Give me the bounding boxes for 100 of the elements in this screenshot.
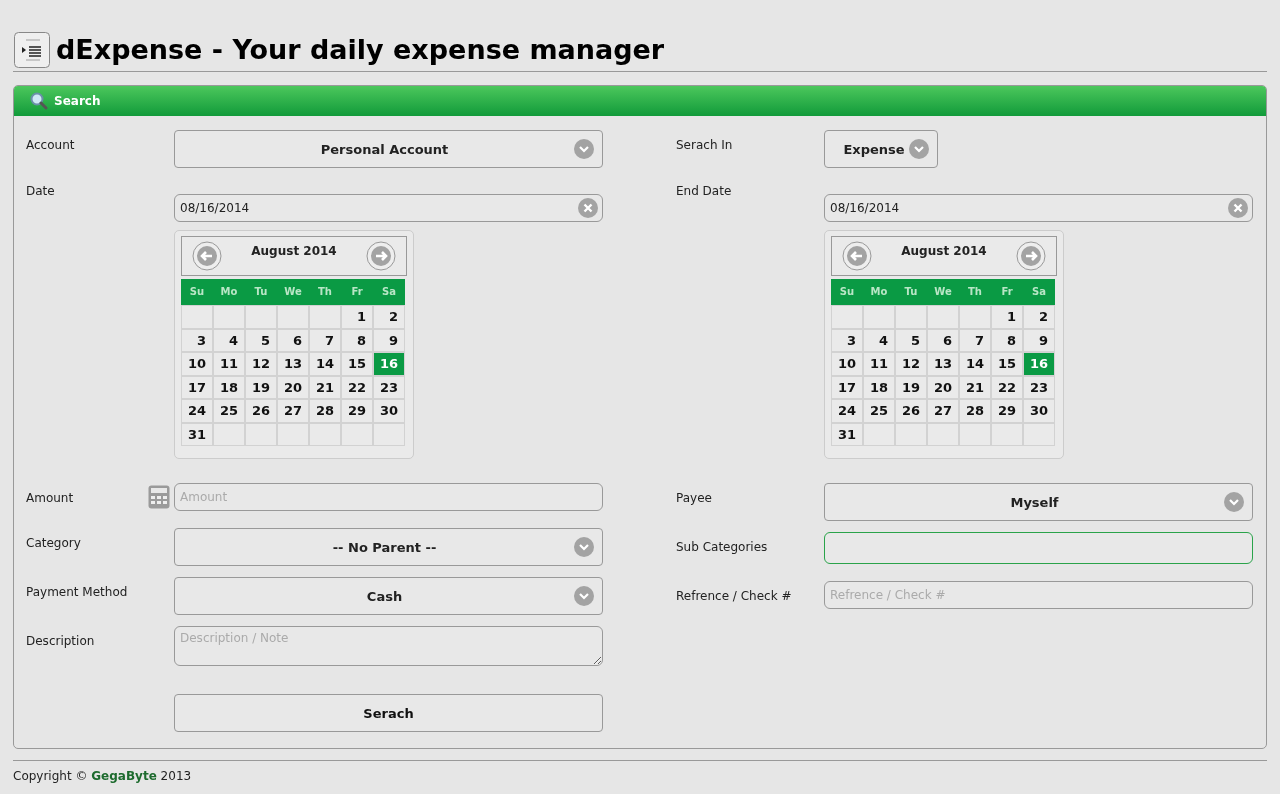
- calendar-day[interactable]: 17: [181, 375, 213, 399]
- chevron-down-icon: [909, 139, 929, 159]
- previous-month-button[interactable]: [842, 241, 872, 271]
- weekday-header: Th: [959, 279, 991, 305]
- calendar-day[interactable]: 3: [181, 328, 213, 352]
- dropdown[interactable]: Myself: [824, 483, 1253, 521]
- calendar-day[interactable]: 2: [373, 305, 405, 329]
- calendar-day[interactable]: 30: [373, 399, 405, 423]
- calendar-day[interactable]: 4: [213, 328, 245, 352]
- calendar-day[interactable]: 8: [991, 328, 1023, 352]
- calendar-day[interactable]: 10: [831, 352, 863, 376]
- calculator-icon[interactable]: [148, 485, 170, 509]
- text-area[interactable]: Description / Note: [174, 626, 603, 666]
- copyright-text: Copyright © GegaByte 2013: [13, 769, 192, 783]
- weekday-header: We: [927, 279, 959, 305]
- calendar-day[interactable]: 26: [245, 399, 277, 423]
- calendar-day[interactable]: 1: [991, 305, 1023, 329]
- search-button[interactable]: Serach: [174, 694, 603, 732]
- calendar-day[interactable]: 20: [277, 375, 309, 399]
- calendar-day[interactable]: 30: [1023, 399, 1055, 423]
- calendar-day[interactable]: 27: [277, 399, 309, 423]
- empty-day-cell: [831, 305, 863, 329]
- calendar-day[interactable]: 28: [309, 399, 341, 423]
- empty-day-cell: [213, 422, 245, 446]
- calendar-day[interactable]: 19: [245, 375, 277, 399]
- calendar-day[interactable]: 9: [373, 328, 405, 352]
- next-month-button[interactable]: [1016, 241, 1046, 271]
- calendar-day[interactable]: 11: [213, 352, 245, 376]
- empty-day-cell: [277, 305, 309, 329]
- date-field[interactable]: 08/16/2014: [174, 194, 603, 222]
- weekday-header: Mo: [863, 279, 895, 305]
- calendar-day[interactable]: 22: [991, 375, 1023, 399]
- calendar-day[interactable]: 15: [991, 352, 1023, 376]
- empty-day-cell: [927, 422, 959, 446]
- text-field[interactable]: [824, 532, 1253, 564]
- calendar-day[interactable]: 29: [341, 399, 373, 423]
- calendar-day[interactable]: 16: [1023, 352, 1055, 376]
- calendar-day[interactable]: 21: [309, 375, 341, 399]
- calendar-day[interactable]: 6: [277, 328, 309, 352]
- calendar-day[interactable]: 7: [959, 328, 991, 352]
- calendar-day[interactable]: 5: [895, 328, 927, 352]
- calendar-day[interactable]: 12: [245, 352, 277, 376]
- empty-day-cell: [927, 305, 959, 329]
- calendar-day[interactable]: 29: [991, 399, 1023, 423]
- calendar-day[interactable]: 18: [213, 375, 245, 399]
- calendar-day[interactable]: 10: [181, 352, 213, 376]
- calendar-day[interactable]: 16: [373, 352, 405, 376]
- calendar-day[interactable]: 24: [831, 399, 863, 423]
- calendar-day[interactable]: 6: [927, 328, 959, 352]
- calendar-day[interactable]: 15: [341, 352, 373, 376]
- text-field[interactable]: Amount: [174, 483, 603, 511]
- calendar-day[interactable]: 13: [927, 352, 959, 376]
- calendar-day[interactable]: 7: [309, 328, 341, 352]
- calendar-day[interactable]: 17: [831, 375, 863, 399]
- calendar-day[interactable]: 31: [831, 422, 863, 446]
- clear-icon[interactable]: [1228, 198, 1248, 218]
- calendar-day[interactable]: 3: [831, 328, 863, 352]
- calendar-day[interactable]: 11: [863, 352, 895, 376]
- calendar-day[interactable]: 8: [341, 328, 373, 352]
- field-label: Category: [26, 536, 81, 550]
- calendar-day[interactable]: 23: [373, 375, 405, 399]
- calendar-day[interactable]: 28: [959, 399, 991, 423]
- calendar-day[interactable]: 4: [863, 328, 895, 352]
- previous-month-button[interactable]: [192, 241, 222, 271]
- empty-day-cell: [181, 305, 213, 329]
- calendar-day[interactable]: 13: [277, 352, 309, 376]
- calendar-day[interactable]: 5: [245, 328, 277, 352]
- calendar-day[interactable]: 2: [1023, 305, 1055, 329]
- calendar-day[interactable]: 25: [863, 399, 895, 423]
- date-field[interactable]: 08/16/2014: [824, 194, 1253, 222]
- calendar-day[interactable]: 25: [213, 399, 245, 423]
- clear-icon[interactable]: [578, 198, 598, 218]
- calendar-day[interactable]: 18: [863, 375, 895, 399]
- dropdown[interactable]: Personal Account: [174, 130, 603, 168]
- calendar-day[interactable]: 20: [927, 375, 959, 399]
- calendar-day[interactable]: 14: [309, 352, 341, 376]
- chevron-down-icon: [574, 139, 594, 159]
- calendar-day[interactable]: 22: [341, 375, 373, 399]
- calendar-day[interactable]: 19: [895, 375, 927, 399]
- empty-day-cell: [959, 422, 991, 446]
- app-title: dExpense - Your daily expense manager: [56, 32, 665, 67]
- calendar-day[interactable]: 26: [895, 399, 927, 423]
- calendar-day[interactable]: 23: [1023, 375, 1055, 399]
- calendar-day[interactable]: 27: [927, 399, 959, 423]
- dropdown[interactable]: Cash: [174, 577, 603, 615]
- next-month-button[interactable]: [366, 241, 396, 271]
- dropdown[interactable]: Expense: [824, 130, 938, 168]
- calendar-day[interactable]: 14: [959, 352, 991, 376]
- calendar-day[interactable]: 12: [895, 352, 927, 376]
- empty-day-cell: [245, 422, 277, 446]
- calendar-day[interactable]: 1: [341, 305, 373, 329]
- text-field[interactable]: Refrence / Check #: [824, 581, 1253, 609]
- calendar-day[interactable]: 24: [181, 399, 213, 423]
- calendar-day[interactable]: 21: [959, 375, 991, 399]
- calendar-day[interactable]: 9: [1023, 328, 1055, 352]
- dropdown[interactable]: -- No Parent --: [174, 528, 603, 566]
- empty-day-cell: [1023, 422, 1055, 446]
- empty-day-cell: [863, 305, 895, 329]
- calendar-day[interactable]: 31: [181, 422, 213, 446]
- menu-icon[interactable]: [14, 31, 50, 68]
